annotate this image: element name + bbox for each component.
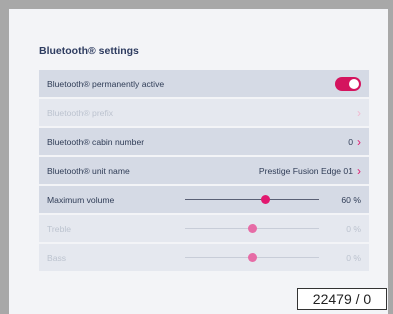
bass-slider[interactable]: [185, 244, 319, 271]
setting-label: Maximum volume: [47, 194, 115, 205]
maximum-volume-slider[interactable]: [185, 186, 319, 213]
setting-value: Prestige Fusion Edge 01: [258, 165, 353, 176]
setting-bluetooth-prefix[interactable]: Bluetooth® prefix ›: [39, 99, 369, 126]
setting-value: 0: [348, 136, 353, 147]
setting-label: Bluetooth® unit name: [47, 165, 130, 176]
setting-bluetooth-cabin-number[interactable]: Bluetooth® cabin number 0 ›: [39, 128, 369, 155]
setting-treble: Treble 0 %: [39, 215, 369, 242]
chevron-right-icon: ›: [357, 134, 361, 149]
setting-label: Bass: [47, 252, 67, 263]
setting-maximum-volume: Maximum volume 60 %: [39, 186, 369, 213]
window-frame-right: [388, 0, 393, 314]
page-title: Bluetooth® settings: [39, 45, 139, 57]
bluetooth-active-toggle[interactable]: [335, 76, 361, 91]
slider-value: 60 %: [341, 194, 361, 205]
treble-slider[interactable]: [185, 215, 319, 242]
setting-label: Bluetooth® permanently active: [47, 78, 165, 89]
setting-label: Bluetooth® cabin number: [47, 136, 145, 147]
chevron-right-icon: ›: [357, 163, 361, 178]
setting-bluetooth-unit-name[interactable]: Bluetooth® unit name Prestige Fusion Edg…: [39, 157, 369, 184]
image-caption: 22479 / 0: [297, 288, 387, 310]
toggle-knob: [349, 78, 359, 89]
window-frame-left: [0, 0, 9, 314]
setting-label: Bluetooth® prefix: [47, 107, 114, 118]
window-frame-top: [0, 0, 393, 9]
setting-bass: Bass 0 %: [39, 244, 369, 271]
slider-thumb[interactable]: [247, 224, 257, 233]
setting-value-wrap: 0 ›: [348, 136, 361, 148]
slider-fill: [185, 199, 266, 200]
setting-bluetooth-permanently-active[interactable]: Bluetooth® permanently active: [39, 70, 369, 97]
chevron-right-icon: ›: [357, 105, 361, 120]
setting-value-wrap: Prestige Fusion Edge 01 ›: [259, 165, 361, 177]
setting-value-wrap: ›: [353, 107, 361, 119]
settings-list: Bluetooth® permanently active Bluetooth®…: [39, 70, 369, 273]
setting-label: Treble: [47, 223, 72, 234]
slider-thumb[interactable]: [247, 253, 257, 262]
slider-value: 0 %: [346, 223, 361, 234]
slider-value: 0 %: [346, 252, 361, 263]
slider-thumb[interactable]: [260, 195, 270, 204]
